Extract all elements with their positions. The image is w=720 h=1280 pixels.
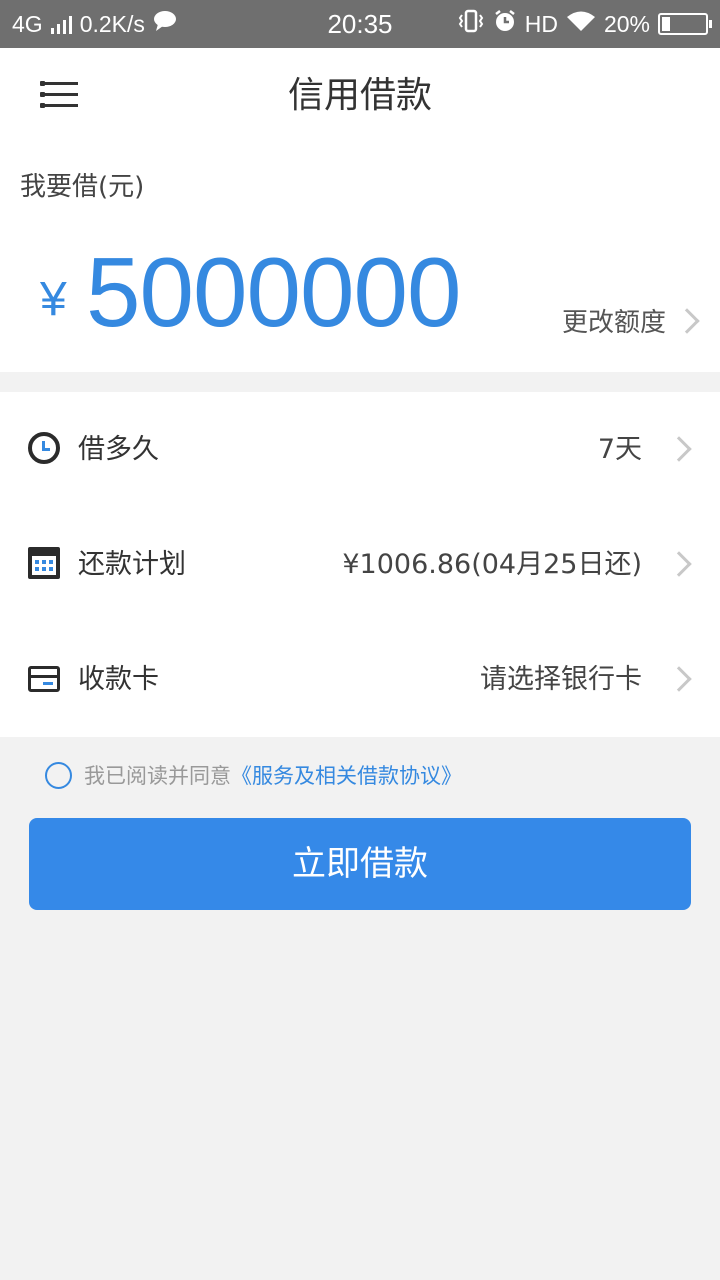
agreement-row: 我已阅读并同意 《服务及相关借款协议》	[45, 760, 462, 790]
bank-card-icon	[28, 666, 60, 692]
battery-percent: 20%	[603, 10, 650, 37]
status-bar: 4G 0.2K/s 20:35 HD 20%	[0, 0, 720, 48]
borrow-now-button[interactable]: 立即借款	[29, 818, 691, 910]
app-header: 信用借款	[0, 48, 720, 144]
calendar-icon	[28, 547, 60, 579]
wifi-icon	[566, 10, 596, 38]
chevron-right-icon	[674, 307, 700, 334]
alarm-icon	[493, 9, 517, 39]
row-loan-term[interactable]: 借多久 7天	[0, 392, 720, 507]
row-repayment-plan[interactable]: 还款计划 ¥1006.86(04月25日还)	[0, 507, 720, 622]
agreement-link[interactable]: 《服务及相关借款协议》	[231, 760, 462, 790]
network-type: 4G	[12, 10, 43, 37]
status-right: HD 20%	[457, 0, 712, 48]
agreement-text: 我已阅读并同意	[84, 764, 231, 788]
battery-fill	[662, 17, 670, 31]
currency-symbol: ¥	[40, 273, 67, 326]
row-label: 借多久	[78, 434, 159, 465]
chevron-right-icon	[666, 551, 692, 577]
change-limit-label: 更改额度	[561, 308, 666, 338]
row-label: 收款卡	[78, 664, 159, 695]
message-icon	[153, 10, 177, 38]
chevron-right-icon	[666, 436, 692, 462]
menu-icon[interactable]	[40, 80, 80, 110]
clock-icon	[28, 432, 60, 464]
row-value: 请选择银行卡	[480, 664, 642, 695]
agree-radio[interactable]	[45, 761, 72, 789]
hd-label: HD	[524, 10, 558, 37]
row-receiving-card[interactable]: 收款卡 请选择银行卡	[0, 622, 720, 737]
row-value: ¥1006.86(04月25日还)	[342, 549, 642, 580]
loan-options-list: 借多久 7天 还款计划 ¥1006.86(04月25日还) 收款卡 请选择银行卡	[0, 392, 720, 737]
amount-label: 我要借(元)	[20, 172, 145, 202]
row-value: 7天	[597, 434, 642, 465]
signal-icon	[50, 14, 72, 34]
row-label: 还款计划	[78, 549, 186, 580]
battery-icon	[658, 13, 712, 35]
chevron-right-icon	[666, 666, 692, 692]
vibrate-icon	[457, 9, 485, 39]
change-limit-button[interactable]: 更改额度	[561, 302, 700, 339]
status-left: 4G 0.2K/s	[12, 0, 177, 48]
network-speed: 0.2K/s	[79, 10, 145, 37]
page-title: 信用借款	[287, 75, 432, 116]
loan-amount-section: 我要借(元) ¥ 5000000 更改额度	[0, 144, 720, 372]
loan-amount: 5000000	[86, 237, 462, 347]
